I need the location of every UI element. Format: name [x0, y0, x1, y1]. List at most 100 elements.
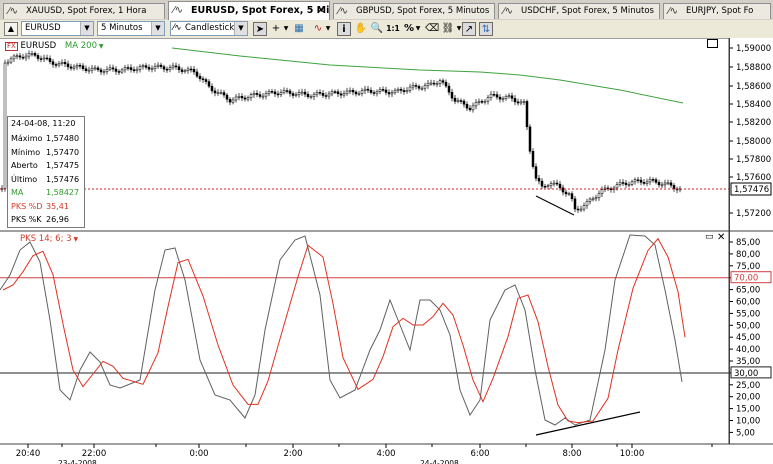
candle-body [624, 182, 628, 185]
candle-body [288, 90, 292, 94]
close-panel-icon[interactable]: ✕ [717, 232, 725, 243]
candle-body [240, 96, 244, 99]
info-key: PKS %K [11, 215, 42, 224]
maximize-panel-icon[interactable] [707, 39, 718, 48]
candle-body [216, 92, 220, 94]
candle-body [6, 61, 10, 64]
candle-body [144, 65, 148, 68]
candle-body [594, 197, 598, 200]
candle-body [192, 68, 196, 73]
candle-body [90, 67, 94, 71]
candle-body [399, 88, 403, 91]
candle-body [432, 82, 436, 85]
candle-body [123, 67, 127, 71]
candle-body [423, 85, 427, 89]
candle-body [528, 126, 532, 152]
osc-tick-label: 60,00 [736, 298, 760, 308]
candle-body [36, 55, 40, 59]
candle-body [384, 89, 388, 93]
candle-body [270, 91, 274, 93]
info-date: 24-04-08, 11:20 [11, 119, 76, 128]
candle-body [357, 93, 361, 95]
candle-body [294, 94, 298, 96]
candle-body [231, 99, 235, 103]
candle-body [126, 67, 130, 69]
candle-body [99, 69, 103, 73]
candle-body [183, 70, 187, 72]
candle-body [168, 67, 172, 70]
candle-body [534, 166, 538, 179]
info-key: MA [11, 188, 24, 197]
candle-body [48, 58, 52, 62]
candle-body [18, 55, 22, 58]
candle-body [63, 61, 67, 65]
candle-body [588, 198, 592, 202]
candle-body [351, 90, 355, 93]
osc-tick-label: 50,00 [736, 321, 760, 331]
candle-body [108, 67, 112, 70]
osc-tick-label: 65,00 [736, 286, 760, 296]
info-key: Aberto [11, 161, 38, 170]
candle-body [366, 88, 370, 91]
candle-body [87, 69, 91, 72]
candle-body [54, 64, 58, 66]
symbol-label: EURUSD [20, 41, 57, 51]
candle-body [345, 90, 349, 94]
candle-body [315, 92, 319, 95]
info-value: 1,57475 [46, 161, 80, 170]
candle-body [480, 101, 484, 103]
candle-body [78, 64, 82, 67]
candle-body [630, 181, 634, 185]
osc-tick-label: 25,00 [736, 381, 760, 391]
chevron-down-icon[interactable]: ▼ [97, 43, 104, 50]
candle-body [411, 85, 415, 88]
time-tick-label: 6:00 [470, 449, 489, 459]
price-tick-label: 1,57600 [736, 173, 771, 183]
candle-body [135, 68, 139, 72]
candle-body [42, 57, 46, 60]
candle-body [558, 183, 562, 189]
candle-body [348, 90, 352, 92]
candle-body [462, 100, 466, 105]
candle-body [3, 62, 7, 189]
info-value: 1,57480 [46, 134, 80, 143]
candle-body [132, 69, 136, 72]
candle-body [60, 61, 64, 64]
osc-tick-label: 35,00 [736, 357, 760, 367]
candle-body [372, 92, 376, 94]
candle-body [561, 187, 565, 193]
candle-body [477, 101, 481, 103]
candle-body [276, 93, 280, 96]
candle-body [441, 80, 445, 83]
candle-body [579, 208, 583, 211]
candle-body [525, 101, 529, 128]
osc-tick-label: 10,00 [736, 417, 760, 427]
chart-canvas[interactable]: 1,59000 1,58800 1,58600 1,58400 1,58200 1,580… [0, 0, 773, 464]
chevron-down-icon[interactable]: ▼ [72, 236, 78, 243]
candle-body [147, 67, 151, 70]
candle-body [141, 65, 145, 67]
price-tick-label: 1,59000 [736, 44, 771, 54]
candle-body [234, 96, 238, 101]
candle-body [102, 71, 106, 73]
candle-body [621, 182, 625, 184]
price-tick-label: 1,58000 [736, 137, 771, 147]
price-tick-label: 1,58200 [736, 118, 771, 128]
candle-body [645, 181, 649, 184]
candle-body [456, 100, 460, 102]
ma-line [171, 47, 684, 104]
candle-body [39, 58, 43, 60]
candle-body [318, 92, 322, 94]
candle-body [498, 96, 502, 100]
candle-body [306, 93, 310, 97]
candle-body [261, 95, 265, 98]
candle-body [51, 61, 55, 65]
candle-body [84, 68, 88, 71]
candle-body [336, 91, 340, 95]
candle-body [390, 92, 394, 95]
candle-body [81, 65, 85, 69]
minimize-panel-icon[interactable]: ▭ [705, 232, 714, 242]
osc-tick-label: 80,00 [736, 250, 760, 260]
candle-body [219, 92, 223, 94]
osc-tick-label: 75,00 [736, 262, 760, 272]
